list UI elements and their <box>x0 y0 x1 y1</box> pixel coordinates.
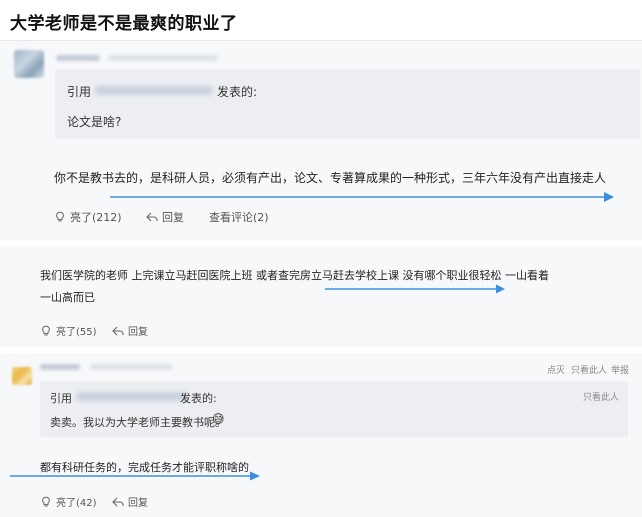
quote-text: 卖卖。我以为大学老师主要教书呢。 <box>50 416 226 429</box>
quoted-username-blurred <box>76 392 188 401</box>
post-card-3: 点灭 只看此人 举报 引用 发表的: 只看此人 卖卖。我以为大学老师主要教书呢。… <box>0 353 642 517</box>
quote-suffix: 发表的: <box>180 392 217 405</box>
page: 大学老师是不是最爽的职业了 引用 发表的: 论文是啥? 你不是教书去的，是科研人… <box>0 0 642 517</box>
quote-suffix: 发表的: <box>217 85 258 99</box>
reply-icon <box>146 212 158 222</box>
post-body-line1: 我们医学院的老师 上完课立马赶回医院上班 或者查完房立马赶去学校上课 没有哪个职… <box>40 269 549 282</box>
username-blurred <box>56 55 100 61</box>
quote-prefix: 引用 <box>67 85 92 99</box>
post-card-2: 我们医学院的老师 上完课立马赶回医院上班 或者查完房立马赶去学校上课 没有哪个职… <box>0 246 642 347</box>
annotation-arrow <box>325 284 505 294</box>
only-this-user-link[interactable]: 只看此人 <box>571 363 607 376</box>
view-comments-label: 查看评论(2) <box>209 211 269 224</box>
report-link[interactable]: 举报 <box>611 363 629 376</box>
like-button[interactable]: 亮了(42) <box>40 494 97 509</box>
thread-title: 大学老师是不是最爽的职业了 <box>10 14 238 34</box>
reply-button[interactable]: 回复 <box>112 323 148 338</box>
reply-button[interactable]: 回复 <box>146 209 184 225</box>
avatar[interactable] <box>14 50 44 78</box>
quote-text: 论文是啥? <box>67 115 122 129</box>
username-blurred <box>40 364 80 370</box>
reply-button[interactable]: 回复 <box>112 494 148 509</box>
post-card-1: 引用 发表的: 论文是啥? 你不是教书去的，是科研人员，必须有产出，论文、专著算… <box>0 41 642 240</box>
annotation-arrow <box>10 471 260 481</box>
quote-prefix: 引用 <box>50 392 72 405</box>
lightbulb-icon <box>42 325 50 335</box>
like-label: 亮了(55) <box>56 327 97 338</box>
reply-icon <box>112 497 124 506</box>
lightbulb-icon <box>42 496 50 506</box>
thread-header: 大学老师是不是最爽的职业了 <box>0 0 642 41</box>
quoted-username-blurred <box>95 86 213 95</box>
quote-box: 引用 发表的: 只看此人 卖卖。我以为大学老师主要教书呢。 😅 <box>40 381 628 437</box>
lightbulb-icon <box>56 211 64 222</box>
sweat-smile-emoji: 😅 <box>212 412 225 426</box>
post-body-line2: 一山高而已 <box>40 291 95 304</box>
like-label: 亮了(42) <box>56 498 97 509</box>
reply-label: 回复 <box>128 498 148 509</box>
post-body: 你不是教书去的，是科研人员，必须有产出，论文、专著算成果的一种形式，三年六年没有… <box>54 171 607 185</box>
annotation-arrow <box>110 192 614 202</box>
like-button[interactable]: 亮了(212) <box>54 209 122 225</box>
quote-only-this-user-link[interactable]: 只看此人 <box>583 390 619 403</box>
reply-icon <box>112 326 124 335</box>
downvote-link[interactable]: 点灭 <box>547 363 565 376</box>
meta-blurred <box>108 55 218 61</box>
avatar[interactable] <box>12 367 32 385</box>
reply-label: 回复 <box>162 211 184 224</box>
meta-blurred <box>90 364 172 370</box>
like-button[interactable]: 亮了(55) <box>40 323 97 338</box>
like-label: 亮了(212) <box>70 211 122 224</box>
reply-label: 回复 <box>128 327 148 338</box>
quote-box: 引用 发表的: 论文是啥? <box>55 69 640 139</box>
view-comments-link[interactable]: 查看评论(2) <box>209 209 269 225</box>
